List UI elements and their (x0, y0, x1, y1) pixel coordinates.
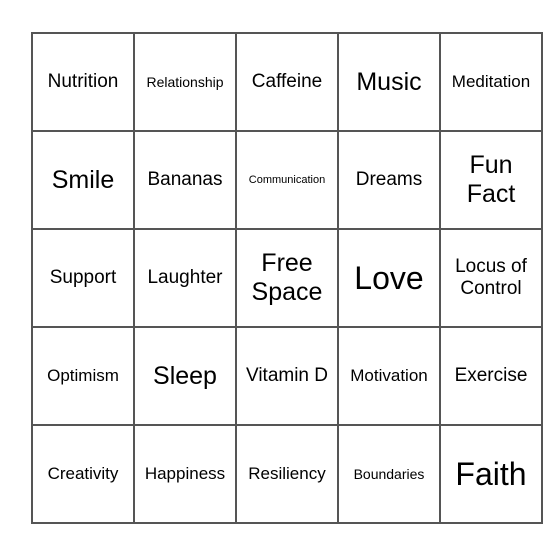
bingo-cell[interactable]: Caffeine (235, 32, 339, 132)
board-row: Nutrition Relationship Caffeine Music Me… (31, 32, 543, 132)
bingo-cell[interactable]: Bananas (133, 130, 237, 230)
bingo-cell[interactable]: Nutrition (31, 32, 135, 132)
bingo-cell[interactable]: Exercise (439, 326, 543, 426)
free-space-cell[interactable]: Free Space (235, 228, 339, 328)
bingo-cell[interactable]: Optimism (31, 326, 135, 426)
board-row: Support Laughter Free Space Love Locus o… (31, 228, 543, 328)
bingo-cell[interactable]: Dreams (337, 130, 441, 230)
bingo-cell[interactable]: Relationship (133, 32, 237, 132)
bingo-cell[interactable]: Support (31, 228, 135, 328)
bingo-cell[interactable]: Motivation (337, 326, 441, 426)
bingo-cell[interactable]: Locus of Control (439, 228, 543, 328)
bingo-cell[interactable]: Smile (31, 130, 135, 230)
bingo-board: Nutrition Relationship Caffeine Music Me… (31, 32, 543, 524)
bingo-cell[interactable]: Resiliency (235, 424, 339, 524)
board-row: Creativity Happiness Resiliency Boundari… (31, 424, 543, 524)
bingo-cell[interactable]: Laughter (133, 228, 237, 328)
bingo-cell[interactable]: Music (337, 32, 441, 132)
bingo-cell[interactable]: Happiness (133, 424, 237, 524)
bingo-cell[interactable]: Boundaries (337, 424, 441, 524)
bingo-cell[interactable]: Faith (439, 424, 543, 524)
bingo-cell[interactable]: Vitamin D (235, 326, 339, 426)
bingo-cell[interactable]: Fun Fact (439, 130, 543, 230)
bingo-cell[interactable]: Communication (235, 130, 339, 230)
bingo-cell[interactable]: Sleep (133, 326, 237, 426)
bingo-cell[interactable]: Meditation (439, 32, 543, 132)
board-row: Optimism Sleep Vitamin D Motivation Exer… (31, 326, 543, 426)
bingo-cell[interactable]: Love (337, 228, 441, 328)
board-row: Smile Bananas Communication Dreams Fun F… (31, 130, 543, 230)
bingo-cell[interactable]: Creativity (31, 424, 135, 524)
